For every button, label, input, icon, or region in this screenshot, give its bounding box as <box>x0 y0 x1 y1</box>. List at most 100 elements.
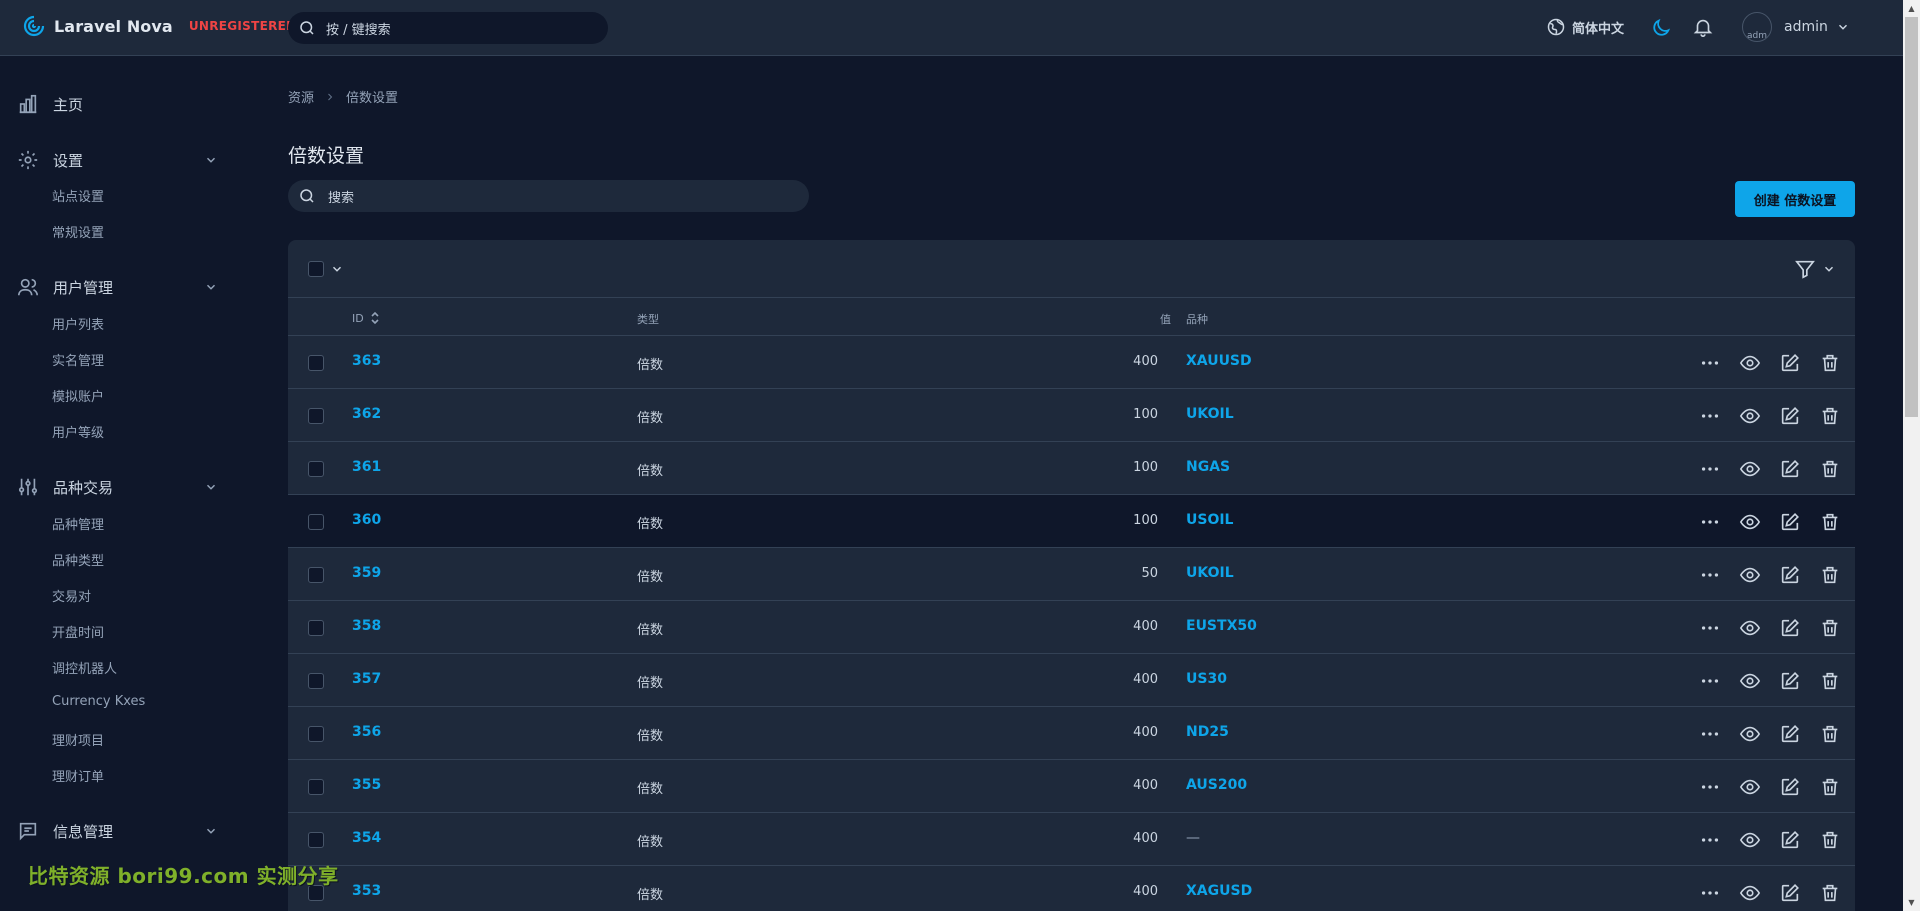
row-id-link[interactable]: 356 <box>352 724 381 740</box>
table-row[interactable]: 359 倍数 50 UKOIL <box>288 548 1855 601</box>
scroll-up-arrow[interactable]: ▲ <box>1903 0 1920 17</box>
delete-button[interactable] <box>1818 404 1842 428</box>
row-id-link[interactable]: 357 <box>352 671 381 687</box>
row-checkbox[interactable] <box>308 726 324 742</box>
sidebar-group-users[interactable]: 用户管理 <box>0 275 240 299</box>
view-button[interactable] <box>1738 669 1762 693</box>
scroll-down-arrow[interactable]: ▼ <box>1903 894 1920 911</box>
edit-button[interactable] <box>1778 510 1802 534</box>
delete-button[interactable] <box>1818 563 1842 587</box>
sidebar-item-user-levels[interactable]: 用户等级 <box>0 422 104 441</box>
more-actions-button[interactable] <box>1698 775 1722 799</box>
edit-button[interactable] <box>1778 669 1802 693</box>
create-button[interactable]: 创建 倍数设置 <box>1735 181 1855 217</box>
sidebar-item-site-settings[interactable]: 站点设置 <box>0 186 104 205</box>
edit-button[interactable] <box>1778 722 1802 746</box>
view-button[interactable] <box>1738 775 1762 799</box>
select-all-dropdown[interactable] <box>308 261 344 277</box>
view-button[interactable] <box>1738 881 1762 905</box>
delete-button[interactable] <box>1818 669 1842 693</box>
breadcrumb-root[interactable]: 资源 <box>288 87 314 106</box>
language-switcher[interactable]: 简体中文 <box>1546 17 1624 37</box>
row-variety-link[interactable]: XAGUSD <box>1186 883 1252 899</box>
sidebar-item-demo-accounts[interactable]: 模拟账户 <box>0 386 104 405</box>
more-actions-button[interactable] <box>1698 457 1722 481</box>
more-actions-button[interactable] <box>1698 563 1722 587</box>
theme-toggle[interactable] <box>1650 17 1672 43</box>
sidebar-item-wealth-projects[interactable]: 理财项目 <box>0 730 104 749</box>
delete-button[interactable] <box>1818 351 1842 375</box>
view-button[interactable] <box>1738 404 1762 428</box>
table-row[interactable]: 355 倍数 400 AUS200 <box>288 760 1855 813</box>
row-id-link[interactable]: 362 <box>352 406 381 422</box>
notifications-button[interactable] <box>1692 16 1714 42</box>
row-id-link[interactable]: 360 <box>352 512 381 528</box>
table-row[interactable]: 358 倍数 400 EUSTX50 <box>288 601 1855 654</box>
row-id-link[interactable]: 361 <box>352 459 381 475</box>
edit-button[interactable] <box>1778 881 1802 905</box>
table-row[interactable]: 356 倍数 400 ND25 <box>288 707 1855 760</box>
page-scrollbar[interactable]: ▲ ▼ <box>1903 0 1920 911</box>
edit-button[interactable] <box>1778 457 1802 481</box>
table-row[interactable]: 353 倍数 400 XAGUSD <box>288 866 1855 911</box>
row-id-link[interactable]: 354 <box>352 830 381 846</box>
view-button[interactable] <box>1738 351 1762 375</box>
delete-button[interactable] <box>1818 828 1842 852</box>
sidebar-group-trading[interactable]: 品种交易 <box>0 475 240 499</box>
delete-button[interactable] <box>1818 881 1842 905</box>
view-button[interactable] <box>1738 457 1762 481</box>
sidebar-item-control-robot[interactable]: 调控机器人 <box>0 658 117 677</box>
edit-button[interactable] <box>1778 563 1802 587</box>
more-actions-button[interactable] <box>1698 351 1722 375</box>
row-id-link[interactable]: 358 <box>352 618 381 634</box>
table-row[interactable]: 357 倍数 400 US30 <box>288 654 1855 707</box>
row-id-link[interactable]: 359 <box>352 565 381 581</box>
delete-button[interactable] <box>1818 510 1842 534</box>
delete-button[interactable] <box>1818 722 1842 746</box>
table-row[interactable]: 360 倍数 100 USOIL <box>288 495 1855 548</box>
more-actions-button[interactable] <box>1698 404 1722 428</box>
edit-button[interactable] <box>1778 616 1802 640</box>
sidebar-group-messages[interactable]: 信息管理 <box>0 819 240 843</box>
table-row[interactable]: 354 倍数 400 — <box>288 813 1855 866</box>
more-actions-button[interactable] <box>1698 510 1722 534</box>
sidebar-item-trading-pairs[interactable]: 交易对 <box>0 586 91 605</box>
sidebar-item-user-list[interactable]: 用户列表 <box>0 314 104 333</box>
more-actions-button[interactable] <box>1698 881 1722 905</box>
row-checkbox[interactable] <box>308 620 324 636</box>
sidebar-item-general-settings[interactable]: 常规设置 <box>0 222 104 241</box>
filter-button[interactable] <box>1794 258 1836 280</box>
row-checkbox[interactable] <box>308 832 324 848</box>
row-variety-link[interactable]: US30 <box>1186 671 1227 687</box>
row-id-link[interactable]: 355 <box>352 777 381 793</box>
view-button[interactable] <box>1738 563 1762 587</box>
row-variety-link[interactable]: EUSTX50 <box>1186 618 1257 634</box>
row-checkbox[interactable] <box>308 567 324 583</box>
more-actions-button[interactable] <box>1698 616 1722 640</box>
more-actions-button[interactable] <box>1698 669 1722 693</box>
row-checkbox[interactable] <box>308 673 324 689</box>
view-button[interactable] <box>1738 722 1762 746</box>
global-search-input[interactable]: 按 / 键搜索 <box>288 12 608 44</box>
view-button[interactable] <box>1738 828 1762 852</box>
edit-button[interactable] <box>1778 775 1802 799</box>
sidebar-item-real-name[interactable]: 实名管理 <box>0 350 104 369</box>
row-checkbox[interactable] <box>308 408 324 424</box>
view-button[interactable] <box>1738 510 1762 534</box>
sidebar-group-settings[interactable]: 设置 <box>0 148 240 172</box>
scroll-thumb[interactable] <box>1905 17 1918 417</box>
more-actions-button[interactable] <box>1698 722 1722 746</box>
row-checkbox[interactable] <box>308 355 324 371</box>
delete-button[interactable] <box>1818 457 1842 481</box>
row-id-link[interactable]: 353 <box>352 883 381 899</box>
edit-button[interactable] <box>1778 351 1802 375</box>
sidebar-item-currency-kxes[interactable]: Currency Kxes <box>0 694 145 709</box>
row-checkbox[interactable] <box>308 514 324 530</box>
sidebar-item-wealth-orders[interactable]: 理财订单 <box>0 766 104 785</box>
row-variety-link[interactable]: UKOIL <box>1186 406 1234 422</box>
table-row[interactable]: 361 倍数 100 NGAS <box>288 442 1855 495</box>
view-button[interactable] <box>1738 616 1762 640</box>
more-actions-button[interactable] <box>1698 828 1722 852</box>
row-id-link[interactable]: 363 <box>352 353 381 369</box>
edit-button[interactable] <box>1778 828 1802 852</box>
